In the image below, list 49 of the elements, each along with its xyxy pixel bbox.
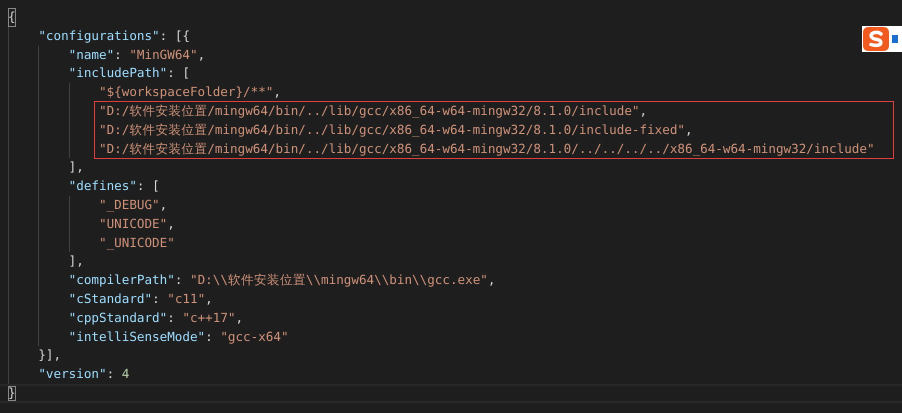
json-punctuation: : [152, 290, 161, 308]
toolbar-button-icon[interactable] [890, 33, 898, 45]
brace: { [8, 8, 16, 27]
json-string: "D:\\软件安装位置\\mingw64\\bin\\gcc.exe" [190, 271, 488, 290]
json-key: "compilerPath" [68, 271, 175, 290]
json-key: "includePath" [68, 64, 168, 84]
json-string: "gcc-x64" [220, 328, 289, 346]
code-editor[interactable] [0, 8, 902, 403]
json-punctuation: , [198, 46, 206, 64]
json-punctuation: : [106, 365, 116, 384]
input-method-toolbar[interactable] [862, 26, 902, 52]
json-key: "configurations" [38, 26, 160, 46]
json-string: "D:/软件安装位置/mingw64/bin/../lib/gcc/x86_64-w64-mingw32/8.1.0/include" [98, 102, 640, 120]
json-punctuation: : [205, 328, 214, 346]
json-punctuation: , [205, 290, 213, 308]
json-key: "defines" [68, 177, 137, 196]
json-punctuation: , [640, 102, 648, 120]
json-string: "MinGW64" [129, 46, 198, 64]
json-string: "D:/软件安装位置/mingw64/bin/../lib/gcc/x86_64-w64-mingw32/8.1.0/../../../../x86_64-w64-mingw32/include" [98, 140, 875, 158]
json-key: "version" [38, 365, 107, 384]
input-method-logo-icon[interactable] [862, 26, 890, 52]
json-key: "intelliSenseMode" [68, 328, 206, 346]
json-string: "D:/软件安装位置/mingw64/bin/../lib/gcc/x86_64-w64-mingw32/8.1.0/include-fixed" [98, 120, 685, 139]
json-punctuation: : [ [136, 177, 160, 196]
json-key: "cStandard" [68, 290, 152, 309]
json-punctuation: }], [38, 346, 62, 364]
json-string: "_UNICODE" [98, 234, 175, 252]
json-key: "name" [68, 46, 114, 64]
json-string: "UNICODE" [98, 214, 168, 233]
json-punctuation: , [167, 214, 175, 233]
json-number: 4 [122, 365, 130, 384]
json-string: "c11" [167, 290, 206, 308]
json-punctuation: ], [68, 252, 84, 270]
json-punctuation: : [174, 271, 184, 290]
json-punctuation: , [235, 308, 244, 327]
json-string: "${workspaceFolder}/**" [98, 83, 274, 102]
json-punctuation: , [273, 83, 281, 102]
json-string: "_DEBUG" [98, 196, 160, 214]
json-punctuation: : [ [167, 64, 190, 82]
json-punctuation: , [488, 271, 496, 290]
json-punctuation: : [114, 46, 123, 64]
json-punctuation: : [167, 308, 176, 327]
brace: } [8, 386, 16, 401]
json-key: "cppStandard" [68, 308, 168, 328]
json-punctuation: ], [68, 158, 84, 176]
json-punctuation: : [{ [160, 26, 190, 45]
json-punctuation: , [684, 120, 693, 139]
json-punctuation: , [160, 196, 168, 214]
json-string: "c++17" [182, 308, 236, 327]
